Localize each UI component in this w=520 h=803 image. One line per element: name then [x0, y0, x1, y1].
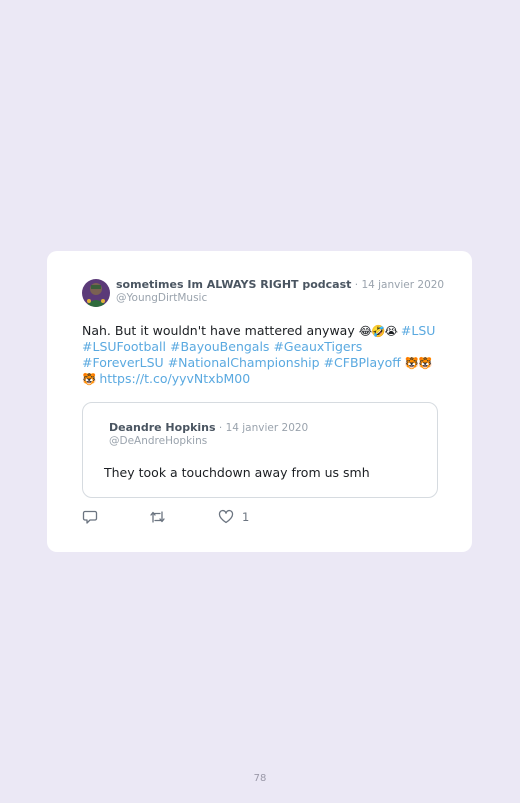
quoted-author-handle[interactable]: @DeAndreHopkins [109, 434, 207, 448]
hashtag-link[interactable]: #BayouBengals [170, 339, 269, 354]
tweet-date[interactable]: 14 janvier 2020 [361, 279, 444, 291]
quoted-tweet-text: They took a touchdown away from us smh [104, 465, 370, 480]
page-number: 78 [253, 773, 267, 784]
reply-icon [82, 509, 98, 525]
author-handle[interactable]: @YoungDirtMusic [116, 291, 207, 305]
hashtag-link[interactable]: #GeauxTigers [273, 339, 362, 354]
tweet-actions: 1 [82, 508, 452, 526]
author-name[interactable]: sometimes Im ALWAYS RIGHT podcast [116, 278, 351, 291]
heart-icon [218, 509, 234, 525]
hashtag-link[interactable]: #LSU [401, 323, 436, 338]
quoted-author-line: Deandre Hopkins · 14 janvier 2020 [109, 421, 308, 435]
author-line: sometimes Im ALWAYS RIGHT podcast · 14 j… [116, 278, 444, 292]
separator: · [351, 279, 362, 291]
reply-button[interactable] [82, 508, 98, 526]
like-button[interactable]: 1 [218, 508, 249, 526]
tweet-body: Nah. But it wouldn't have mattered anywa… [82, 323, 359, 338]
avatar[interactable] [82, 279, 110, 307]
tweet-header: sometimes Im ALWAYS RIGHT podcast · 14 j… [82, 278, 452, 308]
tweet-card[interactable]: sometimes Im ALWAYS RIGHT podcast · 14 j… [47, 251, 472, 552]
like-count: 1 [242, 510, 250, 524]
tweet-text: Nah. But it wouldn't have mattered anywa… [82, 323, 442, 387]
hashtag-link[interactable]: #NationalChampionship [168, 355, 320, 370]
hashtag-link[interactable]: #CFBPlayoff [324, 355, 401, 370]
quoted-author-name[interactable]: Deandre Hopkins [109, 421, 216, 434]
tweet-url-link[interactable]: https://t.co/yyvNtxbM00 [99, 371, 250, 386]
retweet-button[interactable] [149, 508, 166, 526]
quoted-tweet[interactable]: Deandre Hopkins · 14 janvier 2020 @DeAnd… [82, 402, 438, 498]
quoted-tweet-date[interactable]: 14 janvier 2020 [226, 422, 309, 434]
hashtag-link[interactable]: #ForeverLSU [82, 355, 164, 370]
retweet-icon [149, 509, 166, 525]
separator: · [215, 422, 226, 434]
hashtag-link[interactable]: #LSUFootball [82, 339, 166, 354]
emoji-group: 😂🤣😭 [358, 324, 398, 338]
